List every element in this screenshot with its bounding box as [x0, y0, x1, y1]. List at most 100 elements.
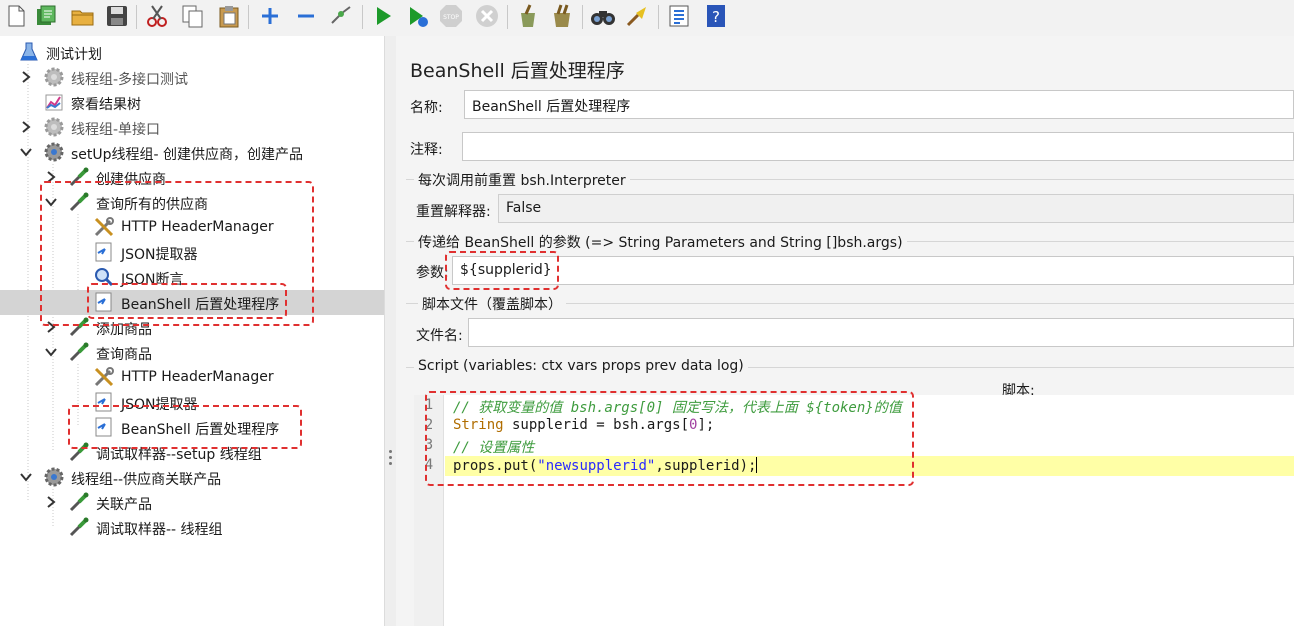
tree-node[interactable]: HTTP HeaderManager — [0, 215, 384, 240]
code-comment: // 获取变量的值 bsh.args[0] 固定写法，代表上面 ${token}… — [453, 400, 902, 416]
cut-icon[interactable] — [144, 3, 170, 29]
toggle-icon[interactable] — [328, 3, 354, 29]
tree-node[interactable]: 查询商品 — [0, 340, 384, 365]
code-text: props.put( — [453, 458, 538, 474]
toolbar: STOP ? — [0, 0, 1294, 36]
save-icon[interactable] — [104, 3, 130, 29]
tree-node[interactable]: 添加商品 — [0, 315, 384, 340]
chevron-down-icon[interactable] — [19, 144, 33, 160]
new-icon[interactable] — [3, 3, 29, 29]
tree-node[interactable]: JSON提取器 — [0, 240, 384, 265]
copy-icon[interactable] — [180, 3, 206, 29]
tree-node[interactable]: 关联产品 — [0, 490, 384, 515]
tree-node[interactable]: 线程组--供应商关联产品 — [0, 465, 384, 490]
tree-node-label: HTTP HeaderManager — [121, 369, 274, 385]
tree-node[interactable]: 调试取样器-- 线程组 — [0, 515, 384, 540]
help-icon[interactable]: ? — [703, 3, 729, 29]
params-group-title: 传递给 BeanShell 的参数 (=> String Parameters … — [414, 232, 907, 252]
tree-node-label: 调试取样器-- 线程组 — [96, 522, 223, 538]
chevron-right-icon[interactable] — [44, 319, 58, 335]
tree-node[interactable]: 调试取样器--setup 线程组 — [0, 440, 384, 465]
gear-icon — [43, 141, 65, 163]
pipette-icon — [68, 191, 90, 213]
tree-node[interactable]: HTTP HeaderManager — [0, 365, 384, 390]
test-plan-tree[interactable]: 测试计划线程组-多接口测试察看结果树 线程组-单接口 setUp线程组- 创建供应商… — [0, 36, 385, 626]
pipette-icon — [68, 441, 90, 463]
tree-node-label: 关联产品 — [96, 497, 152, 513]
script-icon — [93, 416, 115, 438]
tree-node[interactable]: 线程组-单接口 — [0, 115, 384, 140]
gear-icon — [43, 466, 65, 488]
clear-all-icon[interactable] — [549, 3, 575, 29]
tree-node-label: JSON提取器 — [121, 397, 198, 413]
clear-icon[interactable] — [514, 3, 540, 29]
file-name-field[interactable] — [468, 318, 1294, 347]
tree-node[interactable]: 创建供应商 — [0, 165, 384, 190]
tree-node[interactable]: BeanShell 后置处理程序 — [0, 415, 384, 440]
flask-icon — [18, 41, 40, 63]
svg-text:?: ? — [712, 8, 720, 26]
script-editor[interactable]: 1 2 3 4 // 获取变量的值 bsh.args[0] 固定写法，代表上面 … — [414, 395, 1294, 626]
script-icon — [93, 241, 115, 263]
tree-node[interactable]: JSON断言 — [0, 265, 384, 290]
name-field[interactable]: BeanShell 后置处理程序 — [464, 90, 1294, 119]
reset-interpreter-select[interactable]: False — [498, 194, 1294, 223]
open-icon[interactable] — [70, 3, 96, 29]
chevron-right-icon[interactable] — [19, 69, 33, 85]
tree-node-label: 线程组-多接口测试 — [71, 72, 189, 88]
expand-icon[interactable] — [257, 3, 283, 29]
code-text: ,supplerid); — [655, 458, 757, 474]
name-label: 名称: — [410, 100, 443, 116]
tree-node[interactable]: 查询所有的供应商 — [0, 190, 384, 215]
chevron-down-icon[interactable] — [44, 194, 58, 210]
code-string: "newsupplerid" — [537, 458, 656, 474]
chart-icon — [43, 91, 65, 113]
tree-node[interactable]: JSON提取器 — [0, 390, 384, 415]
params-field[interactable]: ${supplerid} — [452, 256, 1294, 285]
comment-field[interactable] — [462, 132, 1294, 161]
tree-node-label: BeanShell 后置处理程序 — [121, 297, 280, 313]
pipette-icon — [68, 316, 90, 338]
tree-node-label: JSON提取器 — [121, 247, 198, 263]
chevron-down-icon[interactable] — [44, 344, 58, 360]
text-cursor — [756, 457, 758, 473]
chevron-right-icon[interactable] — [44, 494, 58, 510]
code-comment: // 设置属性 — [453, 440, 535, 456]
tree-node-label: 线程组--供应商关联产品 — [71, 472, 222, 488]
tree-node[interactable]: 测试计划 — [0, 40, 384, 65]
code-line-3: // 设置属性 — [453, 437, 534, 457]
line-number: 3 — [424, 437, 434, 453]
function-helper-icon[interactable] — [666, 3, 692, 29]
svg-text:STOP: STOP — [443, 14, 459, 21]
paste-icon[interactable] — [216, 3, 242, 29]
tree-node[interactable]: 线程组-多接口测试 — [0, 65, 384, 90]
splitter-handle[interactable] — [385, 36, 396, 626]
tree-node-label: HTTP HeaderManager — [121, 219, 274, 235]
file-name-label: 文件名: — [416, 328, 463, 344]
chevron-right-icon[interactable] — [19, 119, 33, 135]
panel-title: BeanShell 后置处理程序 — [410, 60, 625, 82]
params-label: 参数: — [416, 265, 449, 281]
start-icon[interactable] — [370, 3, 396, 29]
tree-node-label: 创建供应商 — [96, 172, 166, 188]
tree-node[interactable]: setUp线程组- 创建供应商，创建产品 — [0, 140, 384, 165]
shutdown-icon[interactable] — [474, 3, 500, 29]
pipette-icon — [68, 341, 90, 363]
tree-node[interactable]: BeanShell 后置处理程序 — [0, 290, 384, 315]
search-icon[interactable] — [590, 3, 616, 29]
tree-node[interactable]: 察看结果树 — [0, 90, 384, 115]
code-text: supplerid = bsh.args[ — [503, 417, 690, 433]
templates-icon[interactable] — [33, 3, 59, 29]
reset-search-icon[interactable] — [624, 3, 650, 29]
script-icon — [93, 291, 115, 313]
file-group-title: 脚本文件（覆盖脚本） — [418, 294, 566, 314]
chevron-right-icon[interactable] — [44, 169, 58, 185]
stop-icon[interactable]: STOP — [438, 3, 464, 29]
start-no-pause-icon[interactable] — [404, 3, 430, 29]
chevron-down-icon[interactable] — [19, 469, 33, 485]
script-icon — [93, 391, 115, 413]
collapse-icon[interactable] — [293, 3, 319, 29]
tree-node-label: BeanShell 后置处理程序 — [121, 422, 280, 438]
code-line-1: // 获取变量的值 bsh.args[0] 固定写法，代表上面 ${token}… — [453, 397, 902, 417]
pipette-icon — [68, 166, 90, 188]
